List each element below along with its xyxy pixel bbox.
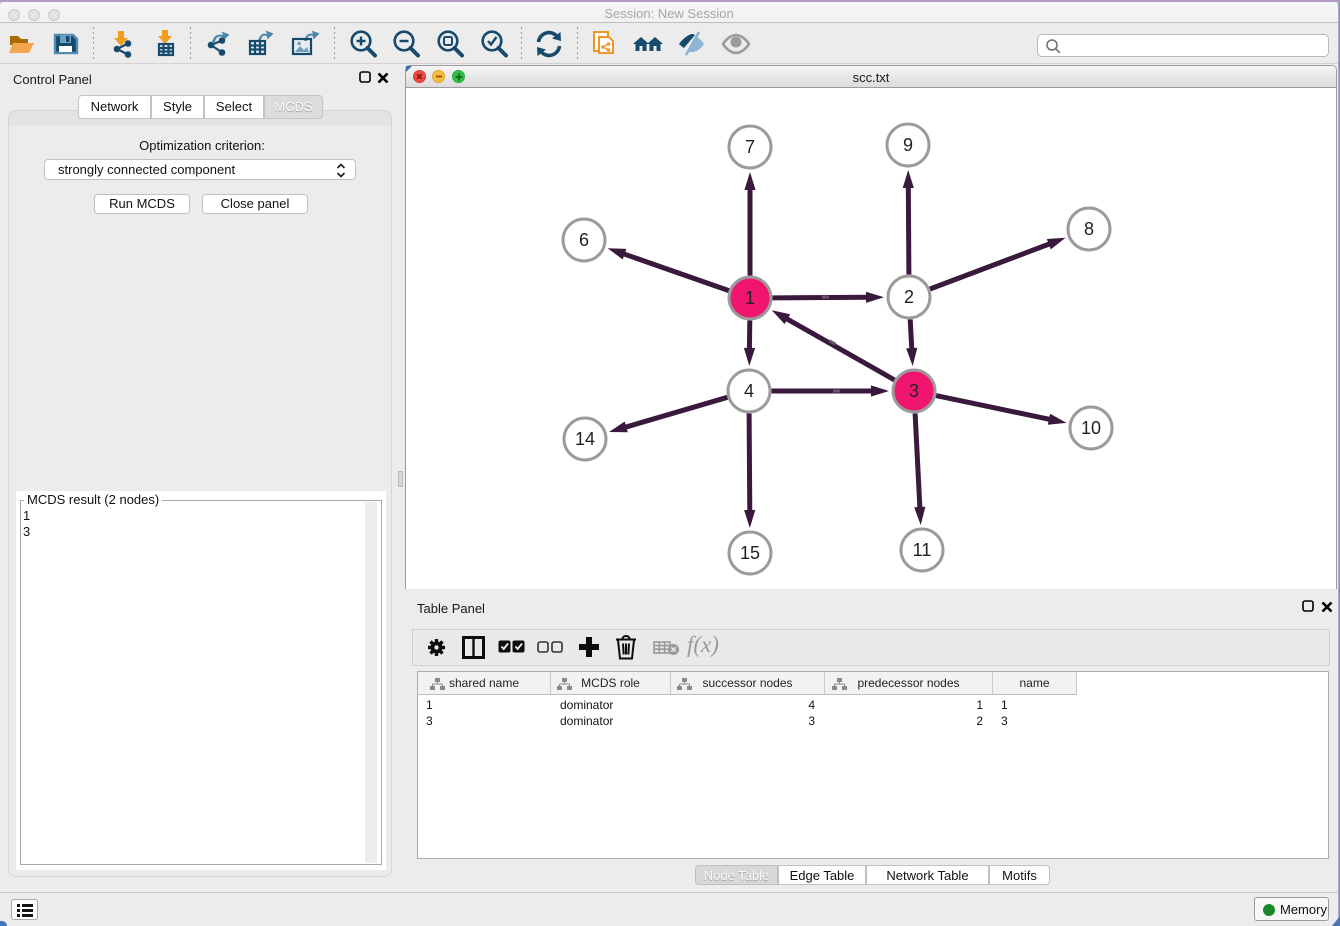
svg-text:3: 3 — [909, 381, 919, 401]
svg-text:4: 4 — [744, 381, 754, 401]
svg-text:8: 8 — [1084, 219, 1094, 239]
svg-text:10: 10 — [1081, 418, 1101, 438]
svg-text:9: 9 — [903, 135, 913, 155]
svg-text:15: 15 — [740, 543, 760, 563]
svg-text:7: 7 — [745, 137, 755, 157]
svg-text:14: 14 — [575, 429, 595, 449]
svg-text:6: 6 — [579, 230, 589, 250]
svg-text:1: 1 — [745, 288, 755, 308]
svg-text:11: 11 — [913, 540, 932, 560]
svg-text:2: 2 — [904, 287, 914, 307]
